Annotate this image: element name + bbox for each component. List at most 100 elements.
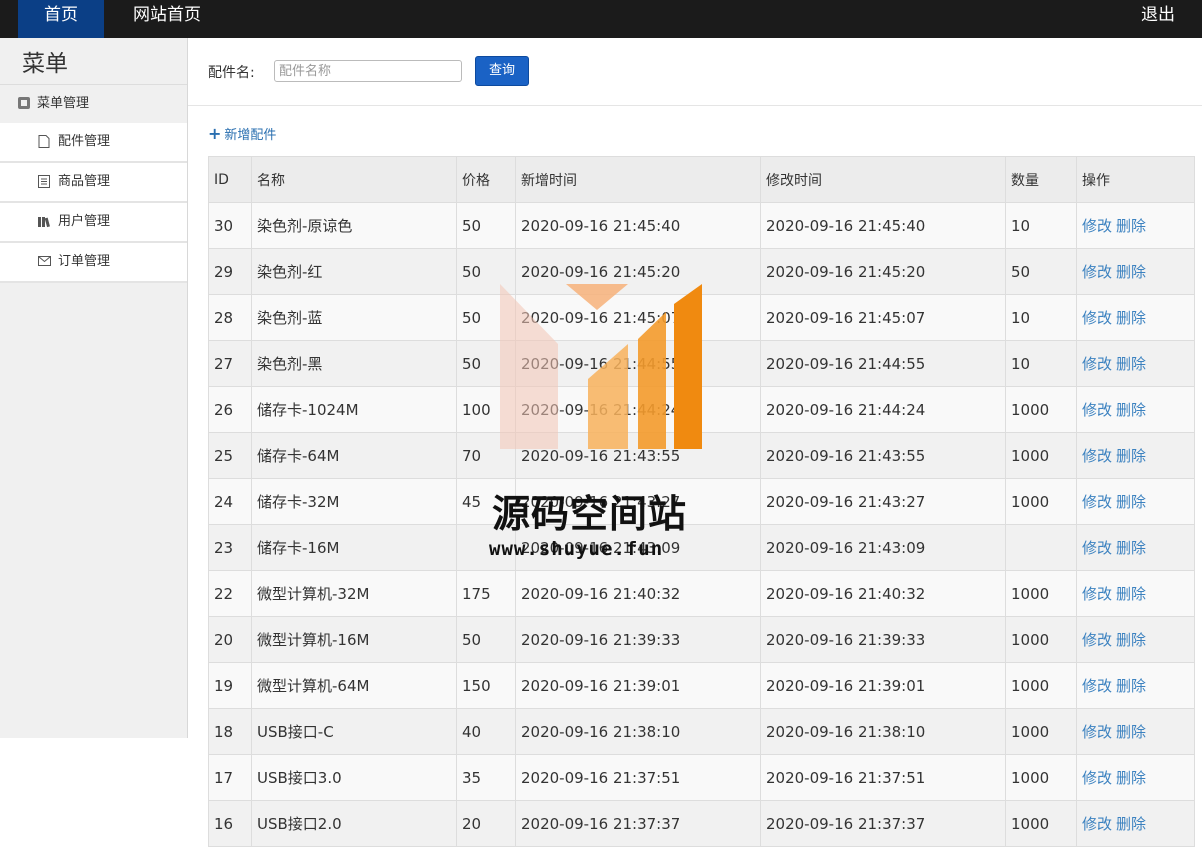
parts-table: ID 名称 价格 新增时间 修改时间 数量 操作 30 染色剂-原谅色 50 2020… (208, 156, 1195, 847)
delete-link[interactable]: 删除 (1116, 677, 1146, 695)
edit-link[interactable]: 修改 (1082, 539, 1112, 557)
delete-link[interactable]: 删除 (1116, 355, 1146, 373)
col-header-quantity[interactable]: 数量 (1005, 156, 1077, 203)
cell-created: 2020-09-16 21:39:33 (515, 616, 761, 663)
cell-created: 2020-09-16 21:44:24 (515, 386, 761, 433)
cell-quantity: 1000 (1005, 570, 1077, 617)
sidebar-item-label: 配件管理 (58, 134, 111, 149)
sidebar-item-orders[interactable]: 订单管理 (0, 243, 187, 283)
cell-actions: 修改 删除 (1076, 662, 1195, 709)
edit-link[interactable]: 修改 (1082, 585, 1112, 603)
search-label: 配件名: (208, 65, 255, 81)
sidebar-item-users[interactable]: 用户管理 (0, 203, 187, 243)
cell-price: 50 (456, 340, 516, 387)
cell-quantity: 1000 (1005, 800, 1077, 847)
cell-actions: 修改 删除 (1076, 708, 1195, 755)
cell-quantity: 10 (1005, 294, 1077, 341)
cell-price: 150 (456, 662, 516, 709)
col-header-actions: 操作 (1076, 156, 1195, 203)
col-header-name[interactable]: 名称 (251, 156, 457, 203)
cell-price: 175 (456, 570, 516, 617)
nav-site-home-link[interactable]: 网站首页 (133, 0, 201, 30)
cell-quantity: 1000 (1005, 754, 1077, 801)
cell-name: USB接口3.0 (251, 754, 457, 801)
cell-id: 24 (208, 478, 252, 525)
col-header-created[interactable]: 新增时间 (515, 156, 761, 203)
delete-link[interactable]: 删除 (1116, 769, 1146, 787)
col-header-price[interactable]: 价格 (456, 156, 516, 203)
delete-link[interactable]: 删除 (1116, 815, 1146, 833)
logout-link[interactable]: 退出 (1141, 0, 1175, 30)
edit-link[interactable]: 修改 (1082, 493, 1112, 511)
cell-actions: 修改 删除 (1076, 570, 1195, 617)
sidebar-group-menu-management[interactable]: 菜单管理 (0, 84, 187, 124)
part-name-search-input[interactable] (274, 60, 462, 82)
cell-actions: 修改 删除 (1076, 248, 1195, 295)
cell-price: 40 (456, 708, 516, 755)
delete-link[interactable]: 删除 (1116, 493, 1146, 511)
cell-name: 微型计算机-16M (251, 616, 457, 663)
delete-link[interactable]: 删除 (1116, 263, 1146, 281)
cell-name: 储存卡-64M (251, 432, 457, 479)
edit-link[interactable]: 修改 (1082, 815, 1112, 833)
cell-id: 30 (208, 202, 252, 249)
delete-link[interactable]: 删除 (1116, 447, 1146, 465)
cell-modified: 2020-09-16 21:39:01 (760, 662, 1006, 709)
delete-link[interactable]: 删除 (1116, 585, 1146, 603)
cell-id: 23 (208, 524, 252, 571)
delete-link[interactable]: 删除 (1116, 539, 1146, 557)
cell-actions: 修改 删除 (1076, 478, 1195, 525)
menu-group-icon (18, 97, 30, 109)
edit-link[interactable]: 修改 (1082, 677, 1112, 695)
table-row: 17 USB接口3.0 35 2020-09-16 21:37:51 2020-09-1… (208, 754, 1195, 801)
table-row: 20 微型计算机-16M 50 2020-09-16 21:39:33 2020-09-… (208, 616, 1195, 663)
list-icon (38, 175, 50, 188)
edit-link[interactable]: 修改 (1082, 217, 1112, 235)
edit-link[interactable]: 修改 (1082, 631, 1112, 649)
books-icon (38, 215, 50, 228)
add-part-link[interactable]: + 新增配件 (208, 124, 276, 143)
delete-link[interactable]: 删除 (1116, 217, 1146, 235)
sidebar-item-label: 用户管理 (58, 214, 111, 229)
cell-created: 2020-09-16 21:45:20 (515, 248, 761, 295)
cell-created: 2020-09-16 21:44:55 (515, 340, 761, 387)
cell-price: 50 (456, 202, 516, 249)
cell-modified: 2020-09-16 21:45:20 (760, 248, 1006, 295)
col-header-modified[interactable]: 修改时间 (760, 156, 1006, 203)
col-header-id[interactable]: ID (208, 156, 252, 203)
edit-link[interactable]: 修改 (1082, 447, 1112, 465)
cell-quantity: 10 (1005, 340, 1077, 387)
watermark-text: 源码空间站 (492, 492, 688, 536)
cell-id: 19 (208, 662, 252, 709)
cell-price: 35 (456, 754, 516, 801)
sidebar-item-parts[interactable]: 配件管理 (0, 123, 187, 163)
cell-quantity: 1000 (1005, 478, 1077, 525)
edit-link[interactable]: 修改 (1082, 309, 1112, 327)
cell-actions: 修改 删除 (1076, 294, 1195, 341)
edit-link[interactable]: 修改 (1082, 723, 1112, 741)
cell-quantity: 1000 (1005, 432, 1077, 479)
delete-link[interactable]: 删除 (1116, 401, 1146, 419)
edit-link[interactable]: 修改 (1082, 769, 1112, 787)
watermark-url: www.shuyue.fun (489, 538, 664, 560)
table-header-row: ID 名称 价格 新增时间 修改时间 数量 操作 (208, 156, 1195, 203)
delete-link[interactable]: 删除 (1116, 309, 1146, 327)
cell-modified: 2020-09-16 21:39:33 (760, 616, 1006, 663)
top-navbar: 首页 网站首页 退出 (0, 0, 1202, 38)
cell-price: 50 (456, 248, 516, 295)
cell-actions: 修改 删除 (1076, 386, 1195, 433)
edit-link[interactable]: 修改 (1082, 355, 1112, 373)
cell-name: 储存卡-1024M (251, 386, 457, 433)
search-button[interactable]: 查询 (475, 56, 529, 86)
cell-created: 2020-09-16 21:43:55 (515, 432, 761, 479)
edit-link[interactable]: 修改 (1082, 401, 1112, 419)
nav-home-link[interactable]: 首页 (18, 0, 104, 38)
table-row: 30 染色剂-原谅色 50 2020-09-16 21:45:40 2020-09-16… (208, 202, 1195, 249)
edit-link[interactable]: 修改 (1082, 263, 1112, 281)
sidebar-item-label: 商品管理 (58, 174, 111, 189)
sidebar-item-products[interactable]: 商品管理 (0, 163, 187, 203)
delete-link[interactable]: 删除 (1116, 723, 1146, 741)
cell-quantity (1005, 524, 1077, 571)
cell-quantity: 1000 (1005, 708, 1077, 755)
delete-link[interactable]: 删除 (1116, 631, 1146, 649)
